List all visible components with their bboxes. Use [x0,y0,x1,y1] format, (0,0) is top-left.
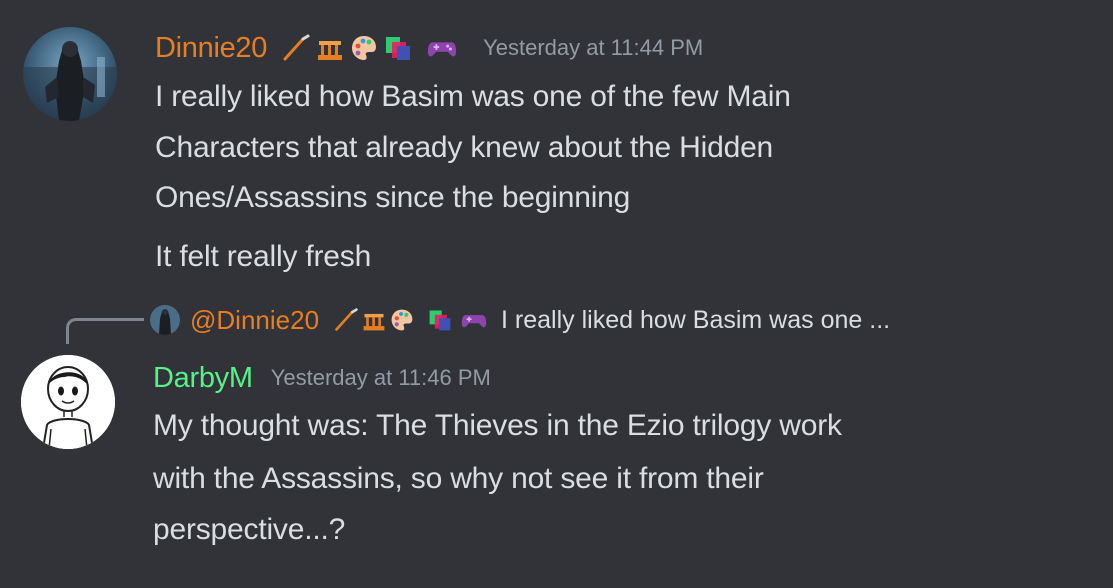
message-text-line: My thought was: The Thieves in the Ezio … [153,409,842,442]
username[interactable]: Dinnie20 [155,32,267,65]
reply-preview-text[interactable]: I really liked how Basim was one ... [501,306,890,335]
cards-stack-icon [383,33,413,63]
gamepad-icon [461,307,487,333]
message-dinnie20: Dinnie20 Yesterday at 11:44 PM I really … [0,0,1113,290]
message-text-line: perspective...? [153,513,346,546]
paintbrush-icon [333,307,359,333]
reply-connector [66,318,144,344]
reply-reference[interactable]: @Dinnie20 I really liked how Basim was o… [150,303,890,337]
username[interactable]: DarbyM [153,362,253,395]
message-darbym: DarbyM Yesterday at 11:46 PM My thought … [0,350,1113,588]
message-text-line: Ones/Assassins since the beginning [155,181,631,214]
avatar-darbym[interactable] [21,355,115,449]
paintbrush-icon [281,33,311,63]
palette-icon [349,33,379,63]
reply-role-badges [333,307,487,333]
reply-username[interactable]: @Dinnie20 [190,305,319,336]
message-text-line: I really liked how Basim was one of the … [155,80,791,113]
avatar-dinnie20[interactable] [23,27,117,121]
construction-icon [361,307,387,333]
reply-avatar [150,305,180,335]
timestamp[interactable]: Yesterday at 11:44 PM [483,35,703,61]
message-header: DarbyM Yesterday at 11:46 PM [153,358,491,398]
message-header: Dinnie20 Yesterday at 11:44 PM [155,28,703,68]
cards-stack-icon [427,307,453,333]
timestamp[interactable]: Yesterday at 11:46 PM [271,365,491,391]
palette-icon [389,307,415,333]
message-text-line: with the Assassins, so why not see it fr… [153,462,764,495]
gamepad-icon [427,33,457,63]
role-badges [281,33,457,63]
construction-icon [315,33,345,63]
message-text-line: Characters that already knew about the H… [155,131,774,164]
message-text-line: It felt really fresh [155,240,372,273]
